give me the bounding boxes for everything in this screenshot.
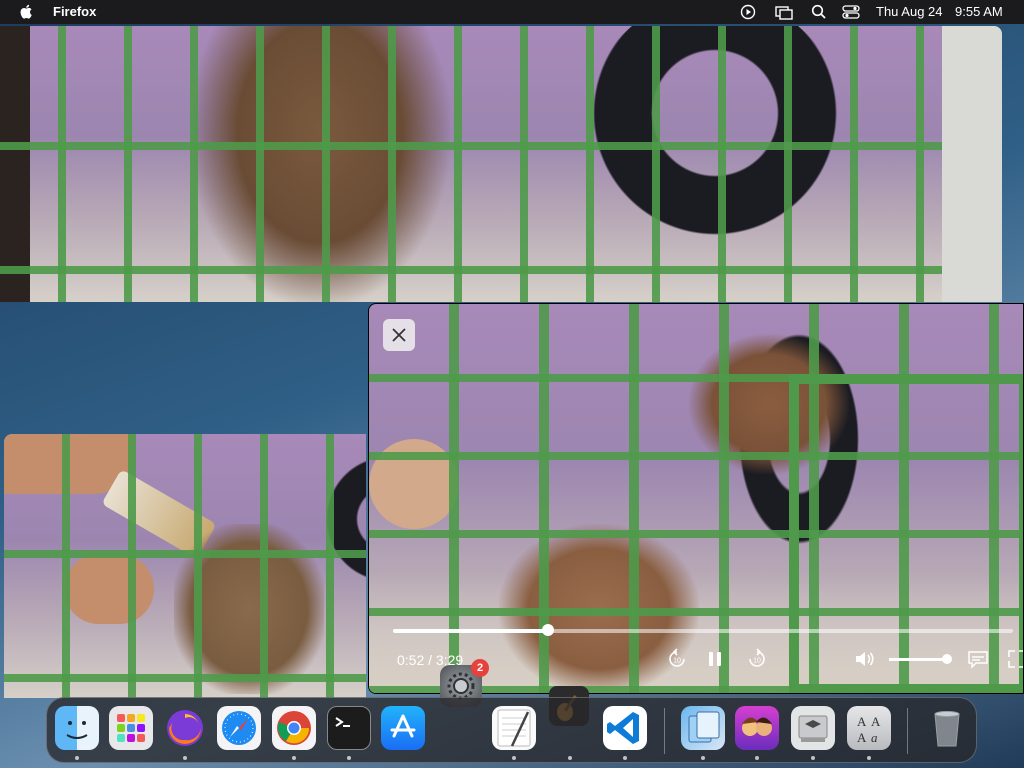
running-indicator <box>75 756 79 760</box>
dock-separator <box>664 708 665 754</box>
running-indicator <box>755 756 759 760</box>
dock-terminal[interactable] <box>327 706 371 750</box>
trash-icon <box>934 711 960 747</box>
cage-door <box>789 374 1023 693</box>
safari-icon <box>222 711 256 745</box>
apple-menu-icon[interactable] <box>19 3 35 20</box>
svg-text:10: 10 <box>673 658 681 665</box>
dock-app-store[interactable] <box>381 706 425 750</box>
vscode-icon <box>607 712 639 744</box>
pause-icon[interactable] <box>703 647 727 671</box>
close-icon <box>392 328 406 342</box>
pip-progress-slider[interactable] <box>393 624 1013 636</box>
firefox-icon <box>167 710 203 746</box>
pip-progress-handle[interactable] <box>542 624 554 636</box>
picture-in-picture-window[interactable]: 0:52 / 3:29 10 10 <box>368 303 1024 694</box>
font-book-icon: A A A a <box>857 714 881 745</box>
bootcamp-icon <box>798 715 828 742</box>
running-indicator <box>811 756 815 760</box>
running-indicator <box>568 756 572 760</box>
running-indicator <box>183 756 187 760</box>
finder-icon <box>66 721 88 739</box>
pip-progress-fill <box>393 629 548 633</box>
running-indicator <box>292 756 296 760</box>
pip-close-button[interactable] <box>383 319 415 351</box>
running-indicator <box>623 756 627 760</box>
dock: A A A a <box>46 697 977 763</box>
svg-text:A: A <box>857 714 867 729</box>
dock-separator <box>907 708 908 754</box>
dock-preview[interactable] <box>681 706 725 750</box>
dock-game[interactable] <box>735 706 779 750</box>
textedit-icon <box>497 709 531 747</box>
pip-volume-slider[interactable] <box>889 654 952 664</box>
dock-firefox[interactable] <box>163 706 207 750</box>
menubar-date[interactable]: Thu Aug 24 <box>876 4 943 19</box>
svg-text:10: 10 <box>753 658 761 665</box>
preview-icon <box>688 711 720 743</box>
terminal-icon <box>335 717 350 727</box>
pip-volume-handle[interactable] <box>942 654 952 664</box>
pip-volume-fill <box>889 658 947 661</box>
system-settings-badge: 2 <box>471 659 489 677</box>
running-indicator <box>867 756 871 760</box>
search-icon[interactable] <box>811 4 827 20</box>
cage-bars-horizontal <box>4 434 366 698</box>
dock-bootcamp[interactable] <box>791 706 835 750</box>
dock-vscode[interactable] <box>603 706 647 750</box>
svg-text:A: A <box>871 714 881 729</box>
dock-trash[interactable] <box>925 706 969 750</box>
skip-forward-icon[interactable]: 10 <box>745 647 769 671</box>
control-center-icon[interactable] <box>842 4 860 20</box>
game-icon <box>742 717 772 736</box>
running-indicator <box>347 756 351 760</box>
svg-text:A: A <box>857 730 867 745</box>
fullscreen-icon[interactable] <box>1005 647 1024 671</box>
video-frame-mesh <box>942 26 1002 302</box>
app-menu-name[interactable]: Firefox <box>53 4 96 19</box>
play-circle-icon[interactable] <box>740 4 756 20</box>
dock-safari[interactable] <box>217 706 261 750</box>
menu-bar: Firefox Thu Aug 24 9:55 AM <box>0 0 1024 24</box>
background-video-window[interactable] <box>0 26 1002 302</box>
running-indicator <box>701 756 705 760</box>
dock-font-book[interactable]: A A A a <box>847 706 891 750</box>
cage-bars-horizontal <box>0 26 1002 302</box>
volume-icon[interactable] <box>853 647 877 671</box>
lower-left-video-window[interactable] <box>4 434 366 698</box>
skip-back-icon[interactable]: 10 <box>665 647 689 671</box>
svg-text:a: a <box>871 730 878 745</box>
dock-finder[interactable] <box>55 706 99 750</box>
subtitles-icon[interactable] <box>966 647 990 671</box>
running-indicator <box>512 756 516 760</box>
chrome-icon <box>277 711 311 745</box>
menubar-time[interactable]: 9:55 AM <box>955 4 1003 19</box>
app-store-icon <box>390 714 416 738</box>
dock-textedit[interactable] <box>492 706 536 750</box>
dock-launchpad[interactable] <box>109 706 153 750</box>
screen-mirroring-icon[interactable] <box>775 4 793 20</box>
launchpad-icon <box>117 714 145 742</box>
dock-chrome[interactable] <box>272 706 316 750</box>
